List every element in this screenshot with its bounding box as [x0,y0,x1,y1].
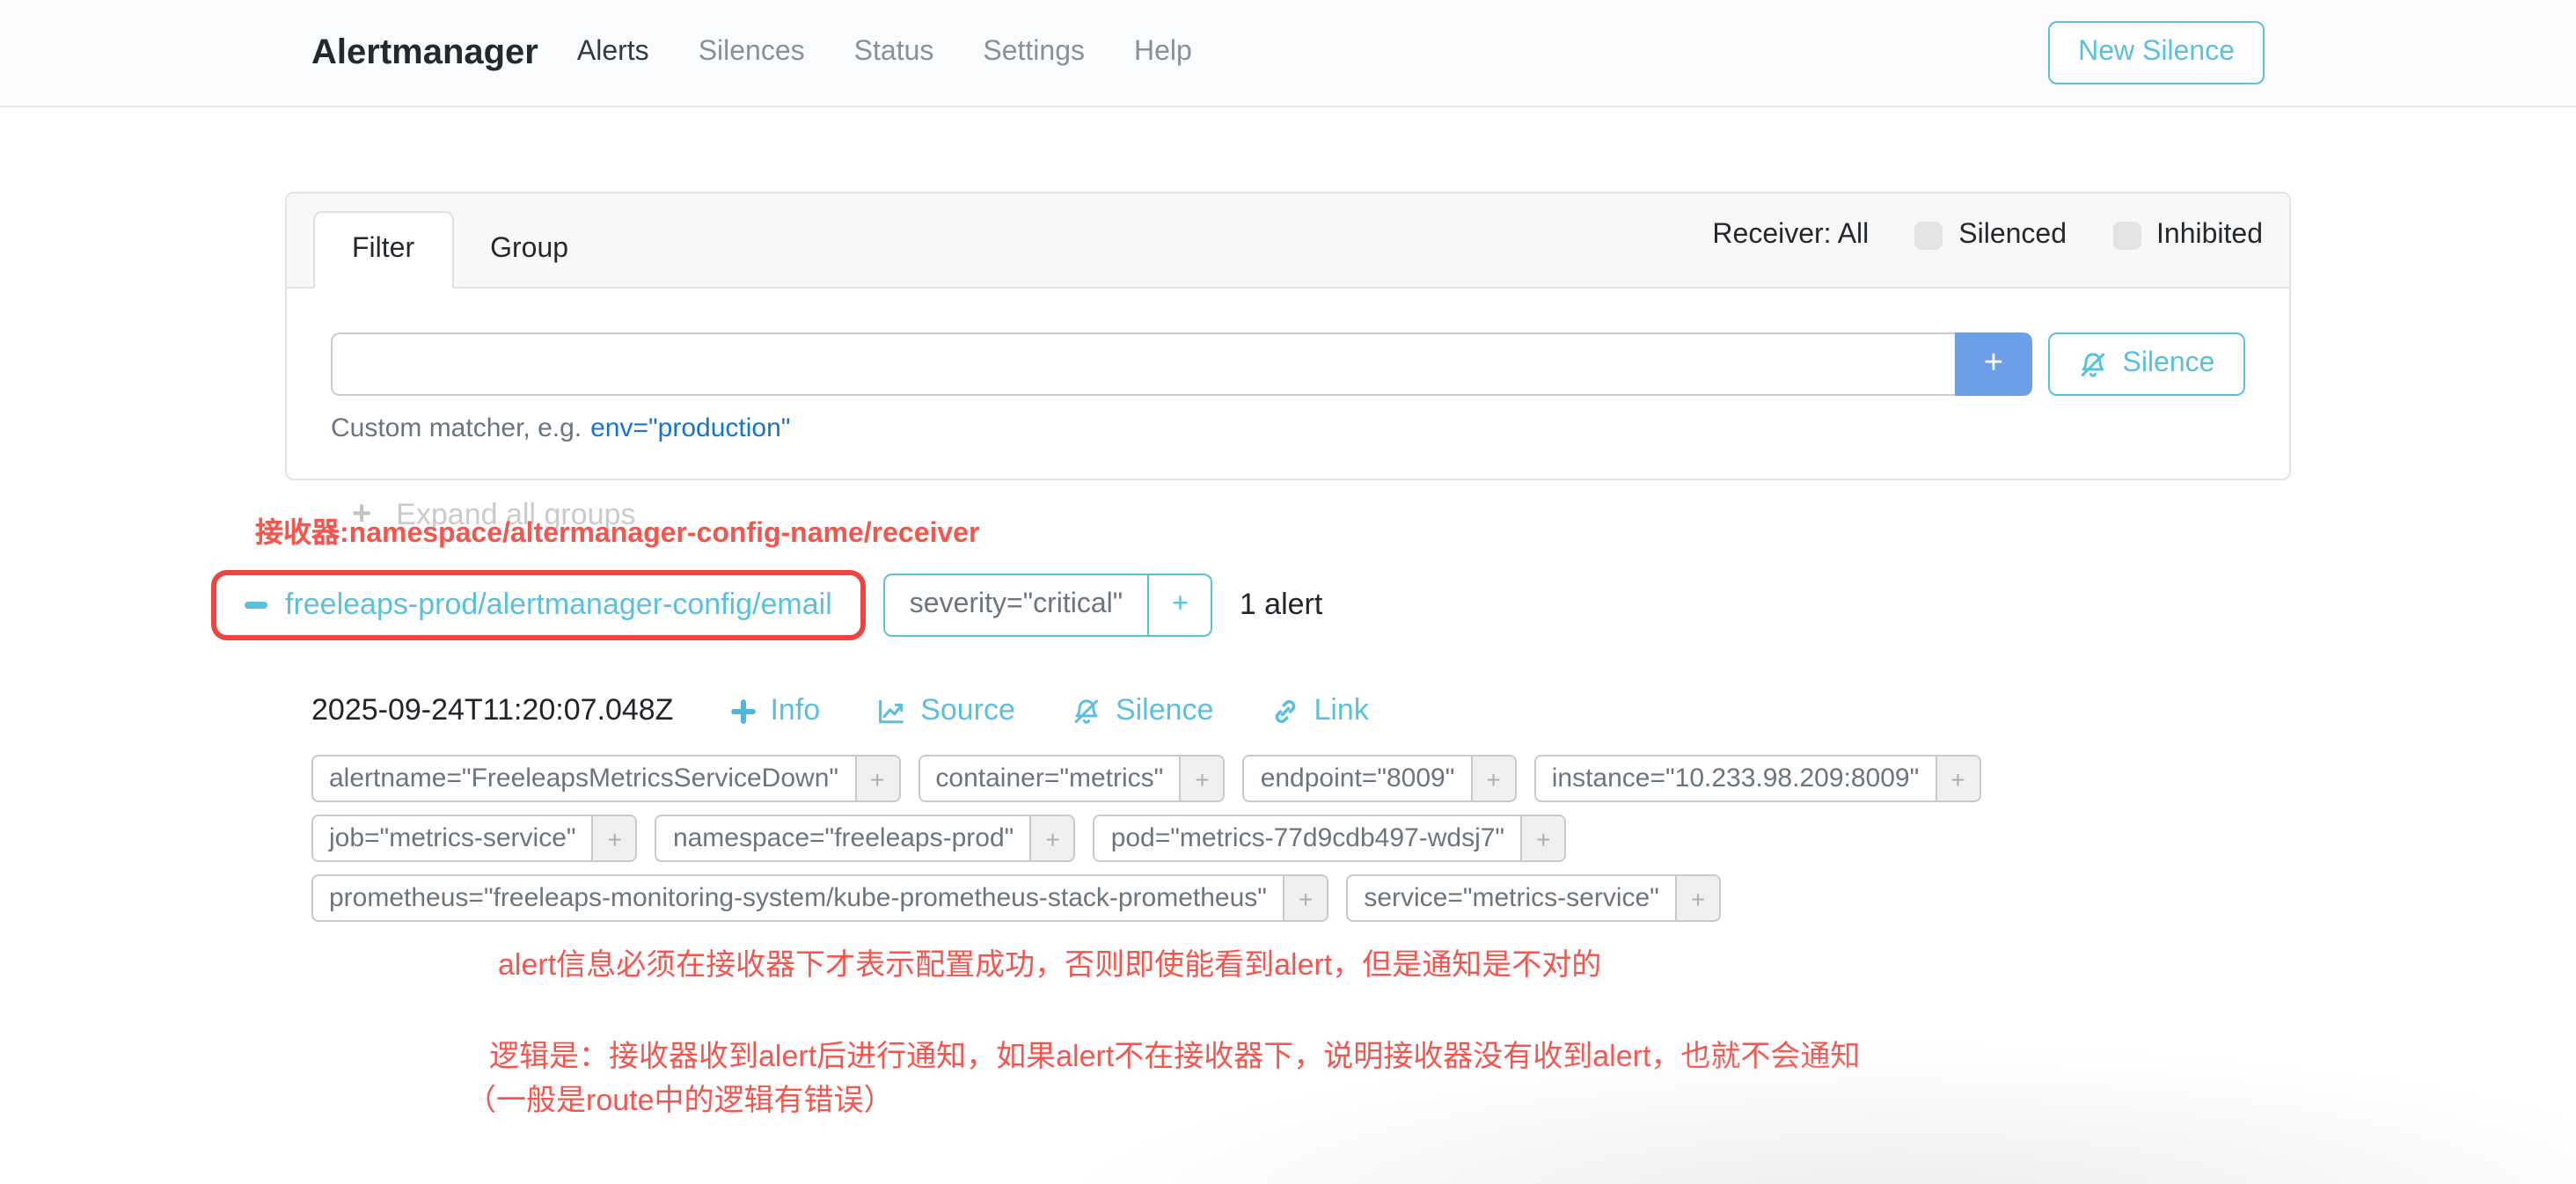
inhibited-checkbox-group[interactable]: Inhibited [2112,219,2263,251]
annotation-receiver-note: 接收器:namespace/altermanager-config-name/r… [255,517,2576,552]
silence-filter-label: Silence [2123,348,2215,380]
label-namespace: namespace="freeleaps-prod"+ [655,815,1076,862]
tab-group[interactable]: Group [453,213,605,287]
alert-item: 2025-09-24T11:20:07.048Z Info Source [311,690,2576,922]
receiver-dropdown[interactable]: Receiver: All [1712,219,1869,251]
alert-labels: alertname="FreeleapsMetricsServiceDown"+… [311,755,2576,922]
label-add-button[interactable]: + [1029,816,1073,860]
bell-slash-icon [2079,349,2109,379]
link-icon [1270,696,1299,726]
matcher-input[interactable] [331,333,1955,396]
silenced-checkbox[interactable] [1914,221,1943,249]
label-endpoint: endpoint="8009"+ [1243,755,1517,802]
add-matcher-button[interactable]: + [1955,333,2032,396]
filter-card: Filter Group Receiver: All Silenced Inhi… [285,192,2291,480]
nav-item-status[interactable]: Status [854,37,934,69]
label-alertname: alertname="FreeleapsMetricsServiceDown"+ [311,755,900,802]
nav-item-settings[interactable]: Settings [983,37,1085,69]
group-receiver-label: freeleaps-prod/alertmanager-config/email [285,588,832,623]
alertmanager-page: Alertmanager Alerts Silences Status Sett… [0,0,2576,1184]
silence-filter-button[interactable]: Silence [2048,333,2245,396]
label-service: service="metrics-service"+ [1346,874,1721,922]
plus-icon [729,698,756,724]
nav-links: Alerts Silences Status Settings Help [577,37,1192,69]
label-add-button[interactable]: + [1283,876,1327,920]
nav-item-help[interactable]: Help [1134,37,1192,69]
annotation-note-3: （一般是route中的逻辑有错误） [466,1078,2576,1122]
alert-info-button[interactable]: Info [729,693,820,728]
filter-card-body: + Silence Custom matcher, e.g.env="produ… [287,289,2289,479]
nav-item-silences[interactable]: Silences [699,37,805,69]
inhibited-label: Inhibited [2156,219,2263,251]
minus-icon [245,602,267,609]
label-add-button[interactable]: + [854,756,898,800]
app-brand[interactable]: Alertmanager [311,33,538,73]
chart-icon [876,696,906,726]
top-nav: Alertmanager Alerts Silences Status Sett… [0,0,2576,107]
annotation-highlight-box: freeleaps-prod/alertmanager-config/email [211,570,866,640]
label-add-button[interactable]: + [1179,756,1223,800]
label-prometheus: prometheus="freeleaps-monitoring-system/… [311,874,1328,922]
filter-card-header: Filter Group Receiver: All Silenced Inhi… [287,194,2289,289]
bell-slash-icon [1072,696,1101,726]
alert-timestamp: 2025-09-24T11:20:07.048Z [311,693,673,728]
group-matcher-add-button[interactable]: + [1147,575,1211,635]
group-matcher-chip[interactable]: severity="critical" + [883,574,1213,637]
label-add-button[interactable]: + [592,816,636,860]
tab-filter[interactable]: Filter [313,211,453,289]
group-receiver-button[interactable]: freeleaps-prod/alertmanager-config/email [231,581,846,630]
label-add-button[interactable]: + [1520,816,1564,860]
group-matcher-label: severity="critical" [885,575,1147,635]
nav-item-alerts[interactable]: Alerts [577,37,649,69]
label-add-button[interactable]: + [1470,756,1514,800]
alert-link-button[interactable]: Link [1270,693,1368,728]
silenced-checkbox-group[interactable]: Silenced [1914,219,2067,251]
label-job: job="metrics-service"+ [311,815,638,862]
new-silence-button[interactable]: New Silence [2048,21,2265,84]
matcher-hint: Custom matcher, e.g.env="production" [331,413,2245,443]
annotation-note-2: 逻辑是：接收器收到alert后进行通知，如果alert不在接收器下，说明接收器没… [489,1034,2576,1078]
label-pod: pod="metrics-77d9cdb497-wdsj7"+ [1094,815,1567,862]
label-add-button[interactable]: + [1675,876,1719,920]
label-add-button[interactable]: + [1935,756,1979,800]
alert-silence-button[interactable]: Silence [1072,693,1214,728]
alert-count: 1 alert [1240,588,1323,623]
alert-source-button[interactable]: Source [876,693,1015,728]
label-instance: instance="10.233.98.209:8009"+ [1534,755,1981,802]
silenced-label: Silenced [1958,219,2067,251]
matcher-example-link[interactable]: env="production" [590,413,790,443]
label-container: container="metrics"+ [918,755,1225,802]
alert-group-row: freeleaps-prod/alertmanager-config/email… [211,570,2576,640]
inhibited-checkbox[interactable] [2112,221,2141,249]
annotation-note-1: alert信息必须在接收器下才表示配置成功，否则即使能看到alert，但是通知是… [498,948,2576,983]
